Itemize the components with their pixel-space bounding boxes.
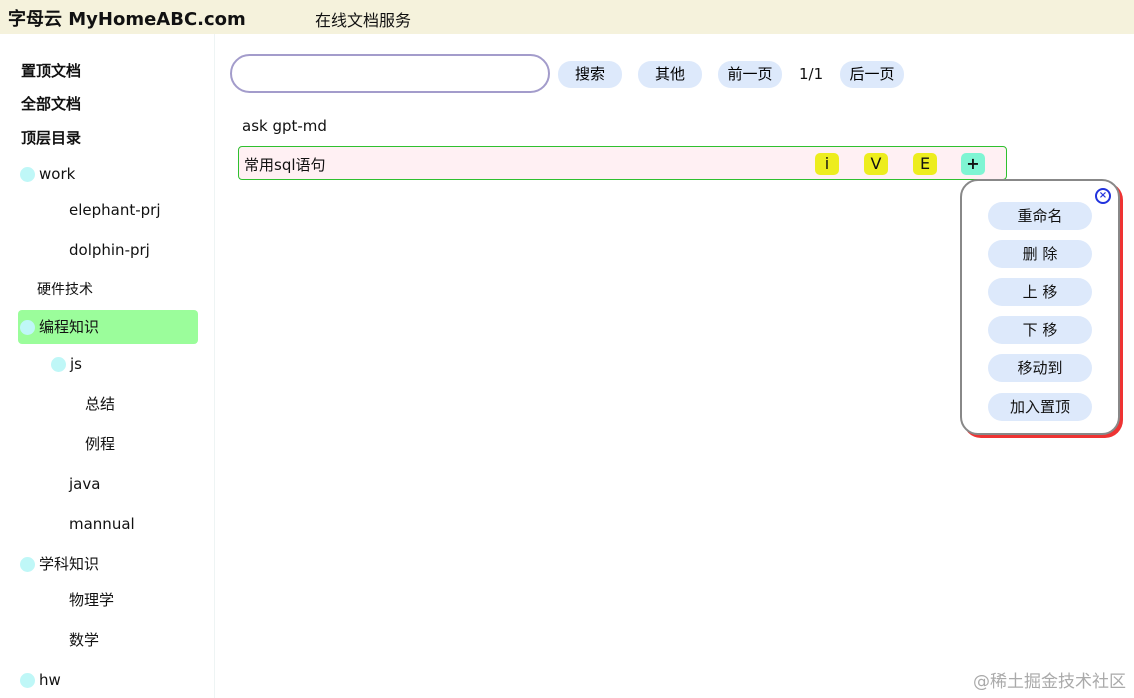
header: 字母云 MyHomeABC.com 在线文档服务 <box>0 0 1134 34</box>
info-button[interactable]: i <box>815 153 839 175</box>
search-button[interactable]: 搜索 <box>558 61 622 88</box>
view-button[interactable]: V <box>864 153 888 175</box>
tree-item-examples[interactable]: 例程 <box>85 434 115 454</box>
tree-item-js[interactable]: js <box>70 354 82 374</box>
doc-item-selected[interactable]: 常用sql语句 i V E + <box>238 146 1007 180</box>
next-page-button[interactable]: 后一页 <box>840 61 904 88</box>
doc-item[interactable]: ask gpt-md <box>242 117 327 135</box>
folder-dot-icon <box>20 167 35 182</box>
folder-dot-icon <box>20 557 35 572</box>
delete-button[interactable]: 删 除 <box>988 240 1092 268</box>
tree-item-java[interactable]: java <box>69 474 100 494</box>
service-title: 在线文档服务 <box>315 7 411 31</box>
other-button[interactable]: 其他 <box>638 61 702 88</box>
tree-item-summary[interactable]: 总结 <box>85 394 115 414</box>
rename-button[interactable]: 重命名 <box>988 202 1092 230</box>
move-up-button[interactable]: 上 移 <box>988 278 1092 306</box>
move-to-button[interactable]: 移动到 <box>988 354 1092 382</box>
tree-item-math[interactable]: 数学 <box>69 630 99 650</box>
tree-item-physics[interactable]: 物理学 <box>69 590 114 610</box>
tree-item-mannual[interactable]: mannual <box>69 514 135 534</box>
tree-item-programming[interactable]: 编程知识 <box>39 317 99 337</box>
tree-item-dolphin-prj[interactable]: dolphin-prj <box>69 240 150 260</box>
search-input[interactable] <box>230 54 550 93</box>
sidebar-all-docs[interactable]: 全部文档 <box>21 94 81 114</box>
context-menu: × 重命名 删 除 上 移 下 移 移动到 加入置顶 <box>960 179 1120 435</box>
page-indicator: 1/1 <box>799 65 823 83</box>
more-button[interactable]: + <box>961 153 985 175</box>
folder-dot-icon <box>20 320 35 335</box>
sidebar-top-dir[interactable]: 顶层目录 <box>21 128 81 148</box>
doc-title[interactable]: 常用sql语句 <box>244 154 326 175</box>
brand-logo[interactable]: 字母云 MyHomeABC.com <box>8 5 246 31</box>
folder-dot-icon <box>20 673 35 688</box>
pin-button[interactable]: 加入置顶 <box>988 393 1092 421</box>
sidebar-pinned-docs[interactable]: 置顶文档 <box>21 61 81 81</box>
folder-dot-icon <box>51 357 66 372</box>
tree-item-elephant-prj[interactable]: elephant-prj <box>69 200 161 220</box>
watermark: @稀土掘金技术社区 <box>973 667 1126 692</box>
tree-item-hardware[interactable]: 硬件技术 <box>37 280 93 300</box>
tree-item-hw[interactable]: hw <box>39 670 61 690</box>
tree-item-subjects[interactable]: 学科知识 <box>39 554 99 574</box>
prev-page-button[interactable]: 前一页 <box>718 61 782 88</box>
close-icon[interactable]: × <box>1095 188 1111 204</box>
edit-button[interactable]: E <box>913 153 937 175</box>
move-down-button[interactable]: 下 移 <box>988 316 1092 344</box>
tree-item-work[interactable]: work <box>39 164 75 184</box>
sidebar: 置顶文档 全部文档 顶层目录 work elephant-prj dolphin… <box>0 34 215 698</box>
